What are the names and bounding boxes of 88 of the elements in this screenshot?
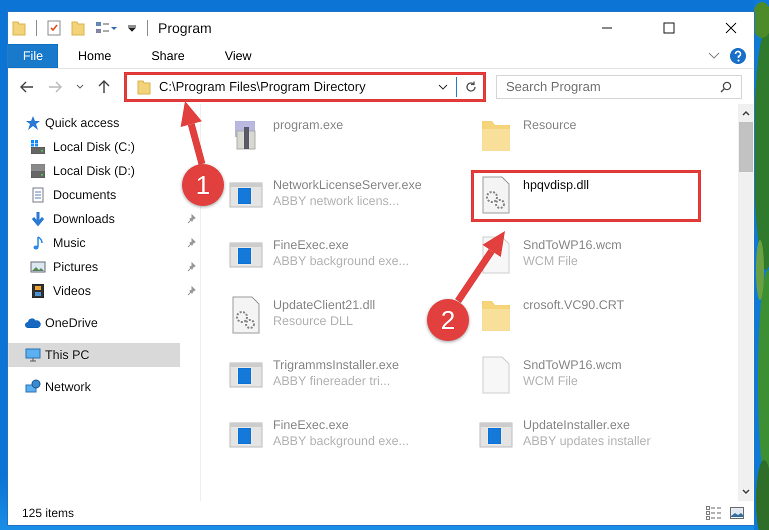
sidebar-label: Local Disk (C:) <box>53 140 135 154</box>
file-description: ABBY updates installer <box>523 434 651 448</box>
file-name: NetworkLicenseServer.exe <box>273 178 422 192</box>
sidebar-item[interactable]: Documents <box>8 183 180 207</box>
minimize-icon <box>601 27 613 29</box>
large-icons-view-icon[interactable] <box>730 507 744 519</box>
sidebar-item[interactable]: Local Disk (D:) <box>8 159 180 183</box>
folder-icon <box>137 78 151 94</box>
sidebar-item[interactable]: OneDrive <box>8 311 180 335</box>
search-field[interactable]: Search Program <box>496 74 742 98</box>
pointer-arrow <box>455 231 505 303</box>
sidebar-label: Documents <box>53 188 116 202</box>
sidebar-item[interactable]: Videos <box>8 279 180 303</box>
file-description: Resource DLL <box>273 314 354 328</box>
pin-icon[interactable] <box>186 286 196 296</box>
maximize-icon <box>663 22 675 34</box>
refresh-icon[interactable] <box>465 80 477 92</box>
file-description: ABBY network licens... <box>273 194 400 208</box>
file-name: crosoft.VC90.CRT <box>523 298 624 312</box>
file-name: FineExec.exe <box>273 418 350 432</box>
scrollbar-thumb[interactable] <box>739 122 753 172</box>
dropdown-caret-icon[interactable] <box>438 84 448 90</box>
sidebar-item[interactable]: Quick access <box>8 111 180 135</box>
file-name: Resource <box>523 118 576 132</box>
sidebar-label: Downloads <box>53 212 115 226</box>
ribbon-tab[interactable]: Home <box>58 44 132 68</box>
help-icon[interactable] <box>730 48 746 64</box>
sidebar-item[interactable]: Music <box>8 231 180 255</box>
globe-monitor-icon <box>25 379 41 395</box>
ribbon-tab[interactable]: View <box>204 44 272 68</box>
scrollbar[interactable] <box>738 104 754 501</box>
file-item[interactable]: hpqvdisp.dll <box>471 170 701 222</box>
file-name: hpqvdisp.dll <box>523 178 590 192</box>
sidebar-label: Pictures <box>53 260 98 274</box>
sidebar-label: OneDrive <box>45 316 98 330</box>
recent-caret-icon[interactable] <box>76 84 84 90</box>
details-view-icon[interactable] <box>706 506 722 520</box>
file-name: program.exe <box>273 118 344 132</box>
pin-icon[interactable] <box>186 214 196 224</box>
film-icon <box>30 283 46 299</box>
file-name: SndToWP16.wcm <box>523 238 622 252</box>
file-name: FineExec.exe <box>273 238 350 252</box>
scroll-down-icon[interactable] <box>742 489 750 495</box>
file-name: SndToWP16.wcm <box>523 358 622 372</box>
file-description: ABBY background exe... <box>273 254 409 268</box>
monitor-icon <box>25 347 41 363</box>
file-name: UpdateInstaller.exe <box>523 418 632 432</box>
sidebar-item[interactable]: This PC <box>8 343 180 367</box>
file-description: WCM File <box>523 374 579 388</box>
sidebar-label: Music <box>53 236 86 250</box>
address-path: C:\Program Files\Program Directory <box>159 79 367 94</box>
sidebar-label: Network <box>45 380 91 394</box>
star-icon <box>25 115 41 131</box>
file-name: UpdateClient21.dll <box>273 298 376 312</box>
sidebar-item[interactable]: Network <box>8 375 180 399</box>
sidebar-item[interactable]: Pictures <box>8 255 180 279</box>
pin-icon[interactable] <box>186 262 196 272</box>
sidebar-label: This PC <box>45 348 90 362</box>
address-bar[interactable]: C:\Program Files\Program Directory <box>124 72 486 102</box>
file-menu-tab[interactable]: File <box>8 44 58 68</box>
back-arrow-icon[interactable] <box>20 80 34 92</box>
close-icon <box>725 22 737 34</box>
window-title: Program <box>158 20 212 36</box>
picture-frame-icon <box>30 259 46 275</box>
document-icon <box>30 187 46 203</box>
ribbon-tab[interactable]: Share <box>131 44 205 68</box>
file-description: ABBY background exe... <box>273 434 409 448</box>
up-arrow-icon[interactable] <box>98 80 110 94</box>
pin-icon[interactable] <box>186 238 196 248</box>
item-count: 125 items <box>22 506 74 520</box>
customize-caret-icon[interactable] <box>127 23 137 33</box>
sidebar-item[interactable]: Downloads <box>8 207 180 231</box>
sidebar-label: Local Disk (D:) <box>53 164 135 178</box>
sidebar-item[interactable]: Local Disk (C:) <box>8 135 180 159</box>
sidebar-label: Quick access <box>45 116 120 130</box>
drive-icon <box>30 139 46 155</box>
drive-icon <box>30 163 46 179</box>
properties-icon[interactable] <box>95 21 117 35</box>
sidebar-label: Videos <box>53 284 91 298</box>
download-arrow-icon <box>30 211 46 227</box>
file-name: TrigrammsInstaller.exe <box>273 358 399 372</box>
scroll-up-icon[interactable] <box>742 110 750 116</box>
checklist-icon[interactable] <box>47 20 61 36</box>
pointer-arrow <box>180 101 206 165</box>
file-description: WCM File <box>523 254 579 268</box>
expand-ribbon-icon[interactable] <box>708 52 720 60</box>
file-description: ABBY finereader tri... <box>273 374 392 388</box>
search-icon[interactable] <box>720 80 732 92</box>
